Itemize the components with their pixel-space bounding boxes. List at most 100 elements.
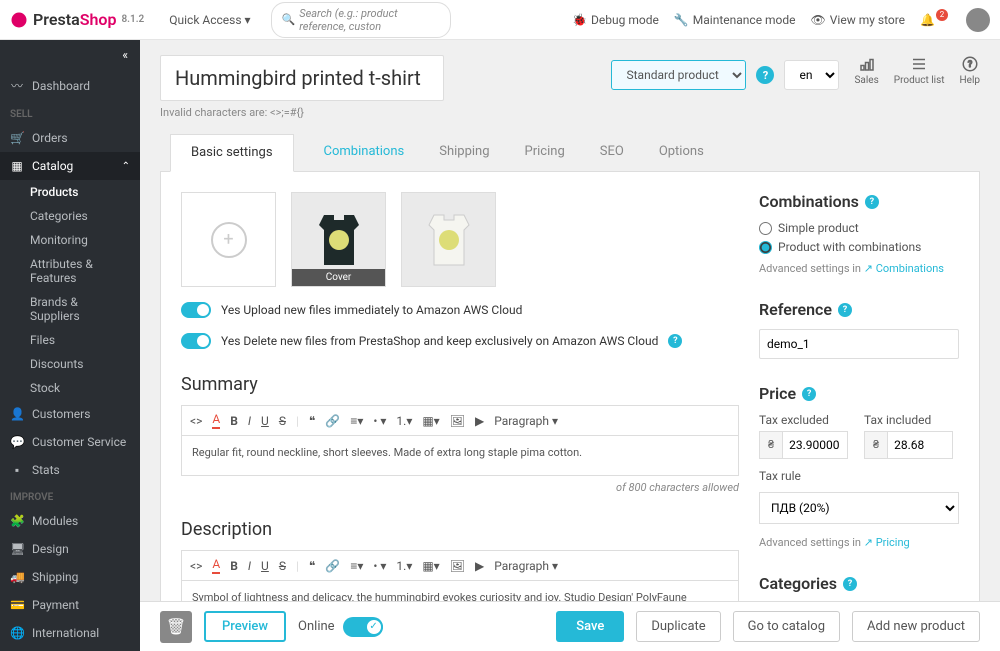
help-icon[interactable]: ? — [838, 303, 852, 317]
color-icon[interactable]: A — [212, 557, 220, 574]
pricing-link[interactable]: ↗ Pricing — [864, 536, 910, 549]
underline-icon[interactable]: U — [261, 414, 269, 428]
nav-files[interactable]: Files — [0, 328, 140, 352]
help-icon[interactable]: ? — [668, 334, 682, 348]
bold-icon[interactable]: B — [230, 559, 238, 573]
numlist-icon[interactable]: 1.▾ — [396, 559, 412, 573]
product-list-link[interactable]: Product list — [894, 55, 945, 86]
strike-icon[interactable]: S — [279, 559, 286, 573]
product-image-1[interactable]: Cover — [291, 192, 386, 287]
tab-options[interactable]: Options — [654, 134, 709, 171]
sales-link[interactable]: Sales — [854, 55, 878, 86]
nav-modules[interactable]: 🧩Modules — [0, 507, 140, 535]
quick-access-dropdown[interactable]: Quick Access ▾ — [169, 13, 250, 27]
upload-toggle[interactable] — [181, 302, 211, 318]
maintenance-mode-link[interactable]: 🔧 Maintenance mode — [674, 13, 796, 27]
bold-icon[interactable]: B — [230, 414, 238, 428]
tab-pricing[interactable]: Pricing — [520, 134, 570, 171]
save-button[interactable]: Save — [556, 611, 624, 642]
video-icon[interactable]: ▶ — [475, 414, 484, 428]
add-image-button[interactable]: + — [181, 192, 276, 287]
help-link[interactable]: ?Help — [960, 55, 980, 86]
nav-categories[interactable]: Categories — [0, 204, 140, 228]
italic-icon[interactable]: I — [248, 414, 251, 428]
simple-product-radio[interactable]: Simple product — [759, 221, 959, 235]
description-editor[interactable]: Symbol of lightness and delicacy, the hu… — [181, 581, 739, 601]
tab-shipping[interactable]: Shipping — [434, 134, 494, 171]
view-store-link[interactable]: 👁 View my store — [811, 13, 906, 27]
tax-excl-input[interactable] — [783, 431, 848, 459]
table-icon[interactable]: ▦▾ — [422, 414, 439, 428]
combinations-radio[interactable]: Product with combinations — [759, 240, 959, 254]
notifications-icon[interactable]: 🔔2 — [920, 13, 951, 27]
debug-mode-link[interactable]: 🐞 Debug mode — [572, 13, 659, 27]
reference-input[interactable] — [759, 329, 959, 359]
catalog-button[interactable]: Go to catalog — [733, 611, 840, 642]
preview-button[interactable]: Preview — [204, 611, 286, 642]
product-name-input[interactable] — [160, 55, 444, 101]
nav-discounts[interactable]: Discounts — [0, 352, 140, 376]
nav-orders[interactable]: 🛒Orders — [0, 124, 140, 152]
code-icon[interactable]: <> — [190, 414, 202, 428]
help-icon[interactable]: ? — [843, 577, 857, 591]
help-icon[interactable]: ? — [756, 66, 774, 84]
nav-shipping[interactable]: 🚚Shipping — [0, 563, 140, 591]
product-type-select[interactable]: Standard product — [611, 60, 746, 90]
nav-customers[interactable]: 👤Customers — [0, 400, 140, 428]
collapse-sidebar-button[interactable]: « — [0, 40, 140, 70]
nav-payment[interactable]: 💳Payment — [0, 591, 140, 619]
nav-dashboard[interactable]: 〰Dashboard — [0, 70, 140, 101]
avatar[interactable] — [966, 8, 990, 32]
logo[interactable]: PrestaShop 8.1.2 — [10, 10, 144, 29]
quote-icon[interactable]: ❝ — [309, 414, 315, 428]
delete-button[interactable]: 🗑 — [160, 611, 192, 643]
italic-icon[interactable]: I — [248, 559, 251, 573]
add-product-button[interactable]: Add new product — [852, 611, 980, 642]
tax-incl-input[interactable] — [888, 431, 953, 459]
nav-international[interactable]: 🌐International — [0, 619, 140, 647]
product-image-2[interactable] — [401, 192, 496, 287]
summary-editor[interactable]: Regular fit, round neckline, short sleev… — [181, 436, 739, 476]
numlist-icon[interactable]: 1.▾ — [396, 414, 412, 428]
align-icon[interactable]: ≡▾ — [350, 414, 363, 428]
bullet-icon[interactable]: • ▾ — [373, 414, 386, 428]
language-select[interactable]: en — [784, 60, 839, 90]
help-icon[interactable]: ? — [802, 387, 816, 401]
summary-toolbar[interactable]: <> A B I U S | ❝ 🔗 ≡▾ • ▾ 1.▾ ▦▾ 🖼 ▶ Par… — [181, 405, 739, 436]
underline-icon[interactable]: U — [261, 559, 269, 573]
video-icon[interactable]: ▶ — [475, 559, 484, 573]
tab-seo[interactable]: SEO — [595, 134, 629, 171]
search-input[interactable]: 🔍 Search (e.g.: product reference, custo… — [271, 2, 451, 38]
delete-toggle[interactable] — [181, 333, 211, 349]
tax-rule-select[interactable]: ПДВ (20%) — [759, 492, 959, 524]
nav-customer-service[interactable]: 💬Customer Service — [0, 428, 140, 456]
tab-combinations[interactable]: Combinations — [319, 134, 410, 171]
nav-products[interactable]: Products — [0, 180, 140, 204]
paragraph-select[interactable]: Paragraph ▾ — [494, 559, 558, 573]
help-icon[interactable]: ? — [865, 195, 879, 209]
nav-monitoring[interactable]: Monitoring — [0, 228, 140, 252]
nav-attributes[interactable]: Attributes & Features — [0, 252, 140, 290]
image-icon[interactable]: 🖼 — [450, 559, 465, 573]
code-icon[interactable]: <> — [190, 559, 202, 573]
nav-stock[interactable]: Stock — [0, 376, 140, 400]
online-toggle[interactable]: Online ✓ — [298, 617, 383, 637]
nav-catalog[interactable]: ▦Catalog⌃ — [0, 152, 140, 180]
duplicate-button[interactable]: Duplicate — [636, 611, 720, 642]
table-icon[interactable]: ▦▾ — [422, 559, 439, 573]
link-icon[interactable]: 🔗 — [325, 414, 340, 428]
quote-icon[interactable]: ❝ — [309, 559, 315, 573]
align-icon[interactable]: ≡▾ — [350, 559, 363, 573]
nav-brands[interactable]: Brands & Suppliers — [0, 290, 140, 328]
bullet-icon[interactable]: • ▾ — [373, 559, 386, 573]
combinations-link[interactable]: ↗ Combinations — [864, 262, 944, 275]
color-icon[interactable]: A — [212, 412, 220, 429]
strike-icon[interactable]: S — [279, 414, 286, 428]
paragraph-select[interactable]: Paragraph ▾ — [494, 414, 558, 428]
description-toolbar[interactable]: <> A B I U S | ❝ 🔗 ≡▾ • ▾ 1.▾ ▦▾ 🖼 ▶ Par… — [181, 550, 739, 581]
nav-design[interactable]: 🖥Design — [0, 535, 140, 563]
image-icon[interactable]: 🖼 — [450, 414, 465, 428]
link-icon[interactable]: 🔗 — [325, 559, 340, 573]
nav-stats[interactable]: ▪Stats — [0, 456, 140, 484]
tab-basic[interactable]: Basic settings — [170, 134, 294, 172]
